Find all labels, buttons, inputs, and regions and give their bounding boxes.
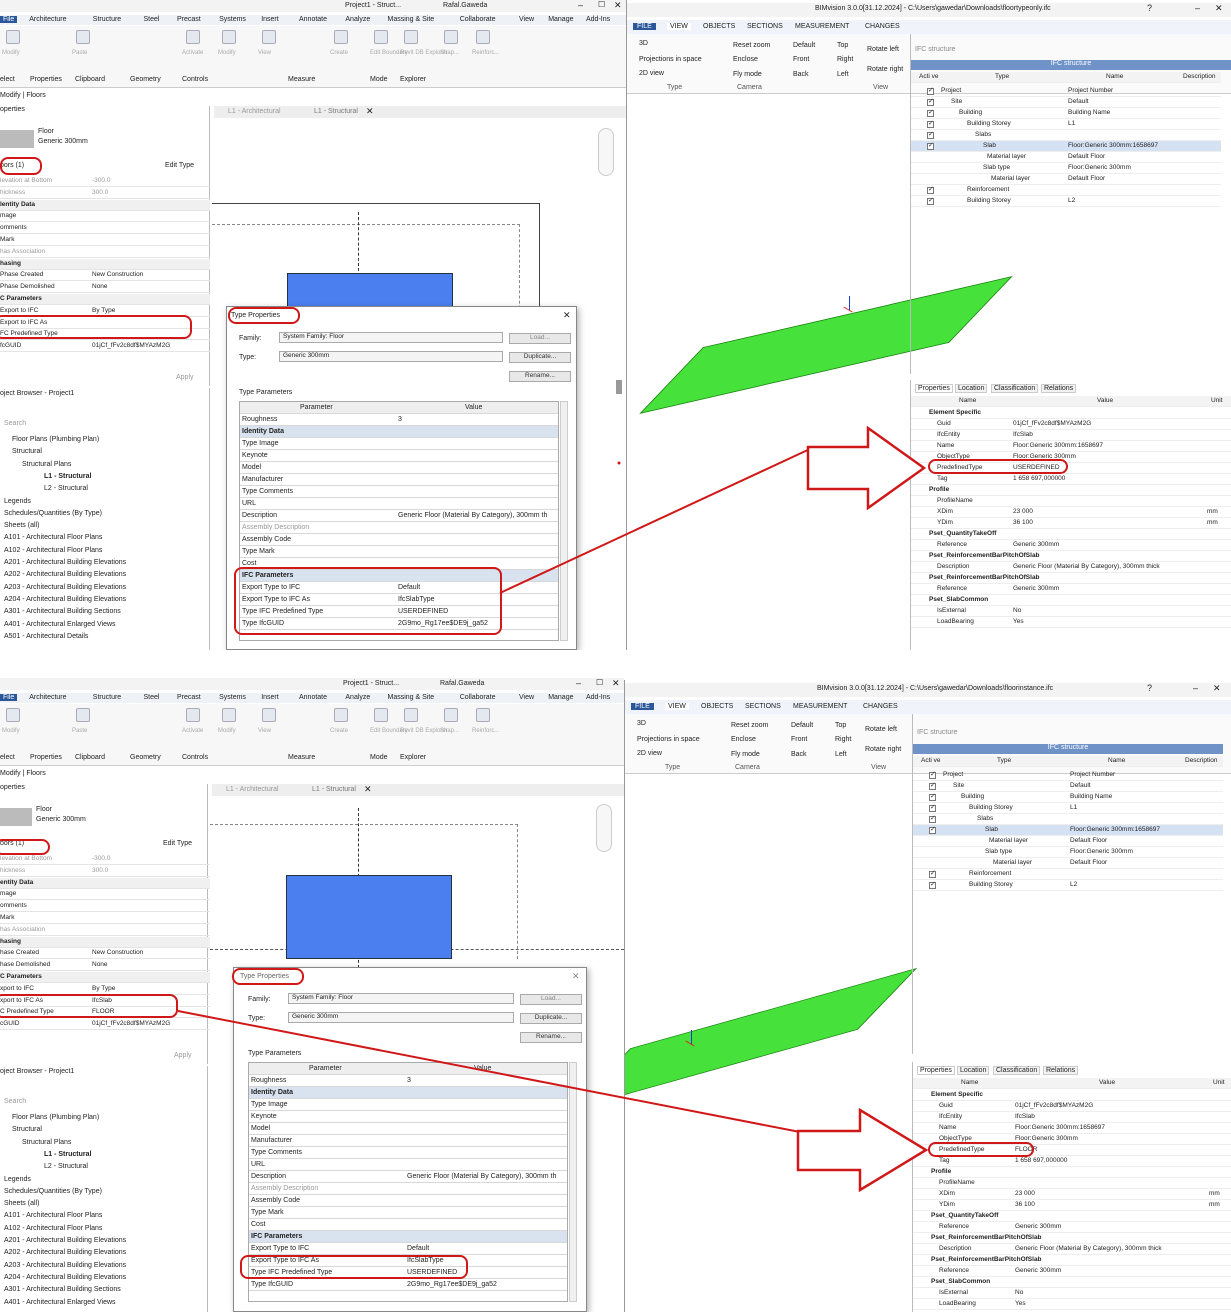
red-dot bbox=[617, 461, 621, 465]
arrow-head-bottom bbox=[796, 1107, 929, 1193]
arrow-head-top bbox=[806, 425, 927, 511]
arrow-line-bottom bbox=[177, 1010, 801, 1133]
arrow-line-top bbox=[499, 447, 813, 594]
annotation-arrows bbox=[177, 425, 929, 1193]
